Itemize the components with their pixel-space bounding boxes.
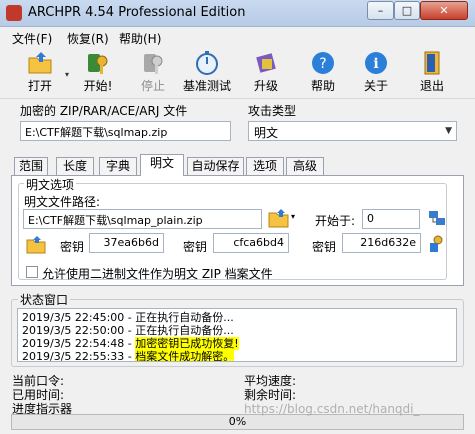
status-window-title: 状态窗口 xyxy=(18,291,71,308)
binary-plaintext-checkbox[interactable] xyxy=(26,266,38,278)
key-1-field[interactable]: 37ea6b6d xyxy=(89,233,164,253)
benchmark-button[interactable]: 基准测试 xyxy=(182,50,232,94)
upgrade-box-icon xyxy=(256,53,276,73)
watermark: https://blog.csdn.net/hanqdi_ xyxy=(244,402,420,416)
key-2-field[interactable]: cfca6bd4 xyxy=(213,233,289,253)
exit-label: 退出 xyxy=(419,79,444,93)
binary-plaintext-label: 允许使用二进制文件作为明文 ZIP 档案文件 xyxy=(42,267,273,281)
key-3-field[interactable]: 216d632e xyxy=(342,233,421,253)
key-1-label: 密钥 xyxy=(60,240,85,254)
tab-advanced[interactable]: 高级 xyxy=(286,157,324,175)
exit-door-icon xyxy=(424,51,440,75)
start-label: 开始! xyxy=(83,79,113,93)
log-line: 2019/3/5 22:45:00 - 正在执行自动备份... xyxy=(22,311,234,324)
progress-percent: 0% xyxy=(228,415,247,428)
tab-autosave[interactable]: 自动保存 xyxy=(187,157,244,175)
benchmark-label: 基准测试 xyxy=(182,79,231,93)
encrypted-file-field[interactable]: E:\CTF解题下载\sqlmap.zip xyxy=(20,121,231,141)
open-button[interactable]: 打开 xyxy=(20,50,60,94)
tab-plaintext[interactable]: 明文 xyxy=(140,154,184,176)
window-title: ARCHPR 4.54 Professional Edition xyxy=(28,5,246,20)
archpr-app-icon xyxy=(6,5,22,21)
network-icon[interactable] xyxy=(428,209,446,227)
minimize-button[interactable]: – xyxy=(367,1,394,20)
start-at-label: 开始于: xyxy=(315,214,356,228)
about-info-icon: i xyxy=(365,52,387,74)
key-2-label: 密钥 xyxy=(183,240,208,254)
plaintext-path-field[interactable]: E:\CTF解题下载\sqlmap_plain.zip xyxy=(23,209,262,229)
save-keys-icon[interactable] xyxy=(428,235,444,253)
attack-type-value: 明文 xyxy=(254,126,279,140)
stopwatch-icon xyxy=(196,51,218,75)
svg-text:?: ? xyxy=(319,56,326,72)
log-line: 2019/3/5 22:55:33 - 档案文件成功解密。 xyxy=(22,350,235,362)
attack-type-label: 攻击类型 xyxy=(248,104,297,118)
toolbar: 打开 ▾ 开始! 停止 基准测试 升级 ? 帮助 i 关于 退出 xyxy=(0,48,475,99)
menu-file[interactable]: 文件(F) xyxy=(12,30,52,47)
menu-bar: 文件(F) 恢复(R) 帮助(H) xyxy=(0,27,475,47)
help-question-icon: ? xyxy=(312,52,334,74)
open-label: 打开 xyxy=(27,79,52,93)
plaintext-options-title: 明文选项 xyxy=(24,176,77,193)
help-button[interactable]: ? 帮助 xyxy=(303,50,343,94)
stop-button[interactable]: 停止 xyxy=(133,50,173,94)
chevron-down-icon: ▼ xyxy=(445,126,452,136)
remaining-time-label: 剩余时间: xyxy=(244,388,297,402)
menu-help[interactable]: 帮助(H) xyxy=(119,30,161,47)
maximize-button[interactable]: □ xyxy=(394,1,420,20)
tab-options[interactable]: 选项 xyxy=(246,157,284,175)
tab-length[interactable]: 长度 xyxy=(56,157,94,175)
tab-dictionary[interactable]: 字典 xyxy=(99,157,137,175)
key-3-label: 密钥 xyxy=(312,240,337,254)
browse-folder-icon[interactable] xyxy=(268,208,290,228)
exit-button[interactable]: 退出 xyxy=(412,50,452,94)
attack-type-select[interactable]: 明文 ▼ xyxy=(248,121,457,141)
start-button[interactable]: 开始! xyxy=(78,50,118,94)
close-button[interactable]: ✕ xyxy=(420,1,468,20)
menu-recovery[interactable]: 恢复(R) xyxy=(67,30,109,47)
stop-key-icon xyxy=(144,54,163,74)
about-label: 关于 xyxy=(363,79,388,93)
status-log[interactable]: 2019/3/5 22:45:00 - 正在执行自动备份... 2019/3/5… xyxy=(17,308,457,362)
progress-bar: 0% xyxy=(11,414,464,430)
help-label: 帮助 xyxy=(310,79,335,93)
upgrade-button[interactable]: 升级 xyxy=(246,50,286,94)
stop-label: 停止 xyxy=(140,79,165,93)
log-line: 2019/3/5 22:54:48 - 加密密钥已成功恢复! xyxy=(22,337,239,350)
start-key-icon xyxy=(88,54,108,74)
title-bar: ARCHPR 4.54 Professional Edition – □ ✕ xyxy=(0,0,475,27)
start-at-field[interactable]: 0 xyxy=(362,209,420,229)
about-button[interactable]: i 关于 xyxy=(356,50,396,94)
open-folder-icon xyxy=(28,52,52,74)
encrypted-file-label: 加密的 ZIP/RAR/ACE/ARJ 文件 xyxy=(20,104,188,118)
tab-range[interactable]: 范围 xyxy=(14,157,48,175)
open-dropdown-chevron-icon[interactable]: ▾ xyxy=(65,70,69,79)
svg-text:i: i xyxy=(373,56,378,72)
open-keys-folder-icon[interactable] xyxy=(26,236,46,254)
plaintext-path-label: 明文文件路径: xyxy=(24,195,101,209)
log-line: 2019/3/5 22:50:00 - 正在执行自动备份... xyxy=(22,324,234,337)
browse-dropdown-chevron-icon[interactable]: ▾ xyxy=(291,212,295,221)
upgrade-label: 升级 xyxy=(253,79,278,93)
